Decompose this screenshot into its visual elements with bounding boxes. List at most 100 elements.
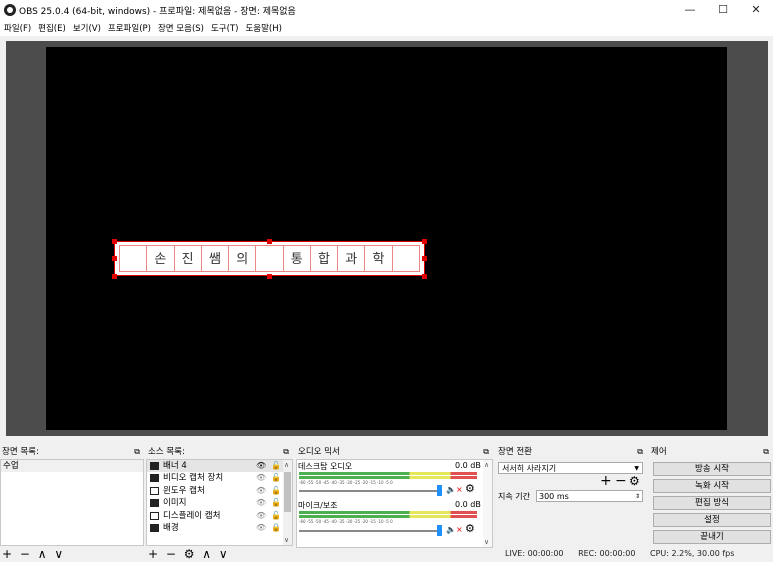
resize-handle[interactable] — [422, 239, 427, 244]
volume-slider[interactable] — [299, 530, 439, 532]
menu-help[interactable]: 도움말(H) — [241, 20, 284, 34]
undock-icon[interactable]: ⧉ — [134, 446, 140, 458]
lock-icon[interactable]: 🔒 — [271, 522, 281, 534]
resize-handle[interactable] — [112, 274, 117, 279]
scene-item[interactable]: 수업 — [1, 460, 143, 472]
maximize-button[interactable]: ☐ — [706, 0, 740, 20]
lock-icon[interactable]: 🔓 — [271, 510, 281, 522]
remove-transition-icon[interactable]: − — [615, 473, 627, 489]
start-recording-button[interactable]: 녹화 시작 — [653, 479, 771, 493]
resize-handle[interactable] — [112, 256, 117, 261]
eye-icon[interactable]: 👁 — [256, 510, 266, 522]
lock-icon[interactable]: 🔓 — [271, 460, 281, 472]
chevron-down-icon: ▼ — [634, 465, 639, 472]
resize-handle[interactable] — [112, 239, 117, 244]
transitions-title: 장면 전환 ⧉ — [498, 446, 643, 458]
scroll-up-icon[interactable]: ∧ — [284, 461, 289, 469]
window-icon — [150, 486, 159, 495]
transition-select-value: 서서히 사라지기 — [502, 464, 557, 473]
eye-icon[interactable]: 👁 — [256, 522, 266, 534]
volume-slider-knob[interactable] — [437, 485, 442, 496]
volume-meter — [299, 476, 477, 479]
duration-label: 지속 기간 — [498, 492, 530, 501]
banner-cell: 학 — [365, 246, 393, 271]
banner-cells: 손 진 쌤 의 통 합 과 학 — [119, 245, 420, 272]
mute-icon[interactable]: 🔈× — [446, 525, 463, 534]
source-name: 비디오 캡처 장치 — [163, 473, 224, 484]
studio-mode-button[interactable]: 편집 방식 — [653, 496, 771, 510]
menu-edit[interactable]: 편집(E) — [34, 20, 69, 34]
gear-icon[interactable]: ⚙ — [465, 482, 475, 495]
sources-toolbar[interactable]: + − ⚙ ∧ ∨ — [148, 548, 230, 560]
menu-file[interactable]: 파일(F) — [0, 20, 34, 34]
volume-slider[interactable] — [299, 490, 439, 492]
source-item[interactable]: 배너 4 👁 🔓 — [147, 460, 292, 473]
source-item[interactable]: 비디오 캡처 장치 👁 🔓 — [147, 472, 292, 484]
scroll-down-icon[interactable]: ∨ — [284, 536, 289, 544]
preview-canvas[interactable] — [46, 47, 727, 430]
duration-spinbox[interactable]: 300 ms ⇕ — [536, 490, 643, 502]
settings-button[interactable]: 설정 — [653, 513, 771, 527]
menu-view[interactable]: 보기(V) — [69, 20, 104, 34]
resize-handle[interactable] — [267, 239, 272, 244]
undock-icon[interactable]: ⧉ — [763, 446, 769, 458]
image-icon — [150, 462, 159, 470]
menu-tools[interactable]: 도구(T) — [207, 20, 241, 34]
spin-arrows-icon[interactable]: ⇕ — [635, 491, 640, 502]
image-icon — [150, 499, 159, 508]
sources-scrollbar[interactable]: ∧ ∨ — [283, 460, 292, 545]
window-title: OBS 25.0.4 (64-bit, windows) - 프로파일: 제목없… — [19, 7, 296, 17]
volume-meter — [299, 472, 477, 475]
rec-status: REC: 00:00:00 — [578, 549, 636, 558]
banner-cell: 합 — [311, 246, 339, 271]
volume-slider-knob[interactable] — [437, 525, 442, 536]
undock-icon[interactable]: ⧉ — [637, 446, 643, 458]
eye-icon[interactable]: 👁 — [256, 485, 266, 497]
gear-icon[interactable]: ⚙ — [465, 522, 475, 535]
banner-cell — [256, 246, 284, 271]
banner-cell: 쌤 — [202, 246, 230, 271]
banner-cell: 의 — [229, 246, 257, 271]
eye-icon[interactable]: 👁 — [256, 497, 266, 509]
scroll-thumb[interactable] — [284, 472, 291, 512]
minimize-button[interactable]: — — [673, 0, 707, 20]
meter-ticks: -60 -55 -50 -45 -40 -35 -30 -25 -20 -15 … — [299, 519, 393, 524]
scenes-list[interactable]: 수업 — [0, 459, 144, 546]
resize-handle[interactable] — [267, 274, 272, 279]
source-item[interactable]: 윈도우 캡처 👁 🔓 — [147, 485, 292, 497]
lock-icon[interactable]: 🔓 — [271, 485, 281, 497]
gear-icon[interactable]: ⚙ — [629, 474, 640, 488]
status-bar: LIVE: 00:00:00 REC: 00:00:00 CPU: 2.2%, … — [495, 549, 734, 558]
scroll-up-icon[interactable]: ∧ — [484, 461, 489, 469]
undock-icon[interactable]: ⧉ — [283, 446, 289, 458]
eye-icon[interactable]: 👁 — [256, 460, 266, 472]
audio-mixer-dock: 오디오 믹서 ⧉ 데스크탑 오디오 0.0 dB -60 -55 -50 -45 … — [296, 446, 493, 562]
resize-handle[interactable] — [422, 256, 427, 261]
sources-list[interactable]: 배너 4 👁 🔓 비디오 캡처 장치 👁 🔓 윈도우 캡처 👁 🔓 이미지 👁 … — [146, 459, 293, 546]
menu-scene-collection[interactable]: 장면 모음(S) — [154, 20, 207, 34]
track-db: 0.0 dB — [455, 500, 481, 509]
eye-icon[interactable]: 👁 — [256, 472, 266, 484]
resize-handle[interactable] — [422, 274, 427, 279]
live-status: LIVE: 00:00:00 — [505, 549, 564, 558]
close-button[interactable]: ✕ — [739, 0, 773, 20]
volume-meter — [299, 511, 477, 514]
source-item[interactable]: 이미지 👁 🔓 — [147, 497, 292, 509]
banner-source[interactable]: 손 진 쌤 의 통 합 과 학 — [114, 241, 425, 276]
menu-bar: 파일(F) 편집(E) 보기(V) 프로파일(P) 장면 모음(S) 도구(T) 도움말(H… — [0, 20, 773, 36]
lock-icon[interactable]: 🔓 — [271, 472, 281, 484]
mixer-scrollbar[interactable]: ∧ ∨ — [483, 460, 492, 547]
undock-icon[interactable]: ⧉ — [483, 446, 489, 458]
scroll-down-icon[interactable]: ∨ — [484, 538, 489, 546]
source-name: 배경 — [163, 522, 179, 533]
start-streaming-button[interactable]: 방송 시작 — [653, 462, 771, 476]
scenes-toolbar[interactable]: + − ∧ ∨ — [2, 548, 65, 560]
source-item[interactable]: 디스플레이 캡처 👁 🔓 — [147, 510, 292, 522]
exit-button[interactable]: 끝내기 — [653, 530, 771, 544]
menu-profile[interactable]: 프로파일(P) — [104, 20, 154, 34]
mute-icon[interactable]: 🔈× — [446, 485, 463, 494]
add-transition-icon[interactable]: + — [600, 473, 612, 489]
track-name: 마이크/보조 — [298, 501, 338, 510]
source-item[interactable]: 배경 👁 🔒 — [147, 522, 292, 534]
lock-icon[interactable]: 🔓 — [271, 497, 281, 509]
